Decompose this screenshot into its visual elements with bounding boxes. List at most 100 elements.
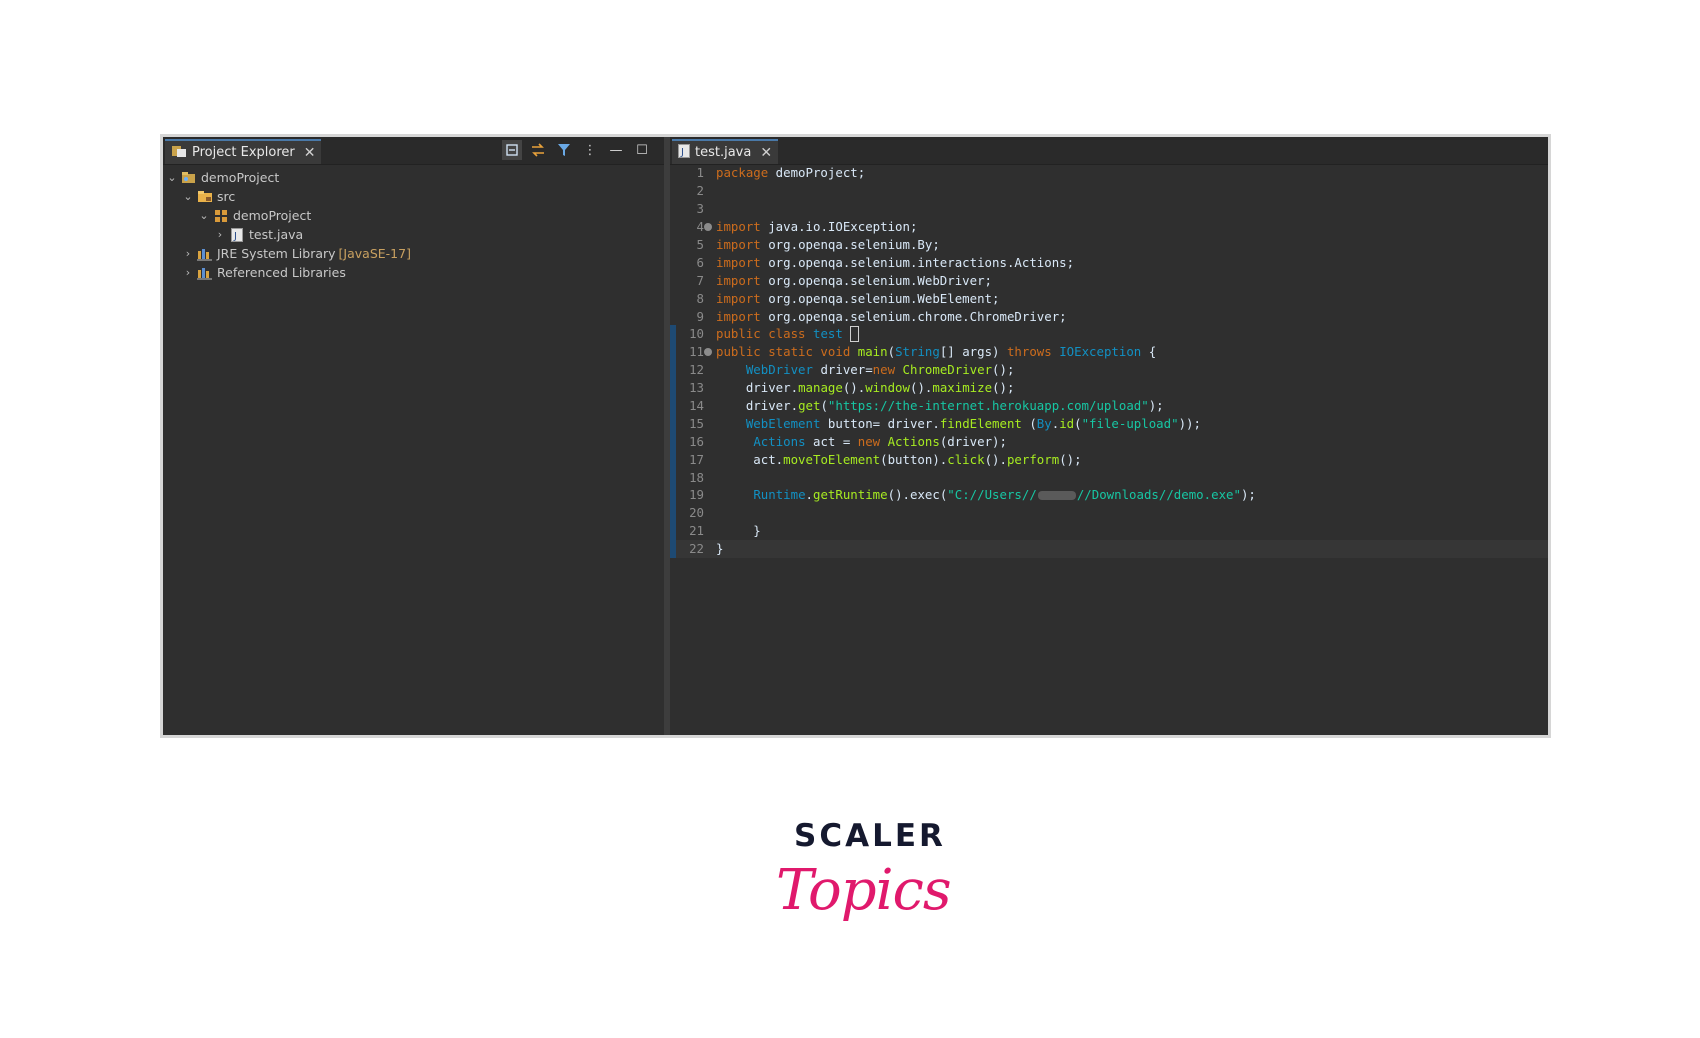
collapse-all-icon[interactable] <box>502 140 522 160</box>
project-icon <box>181 171 197 185</box>
code-token: moveToElement <box>783 451 881 467</box>
code-token: public class <box>716 325 806 341</box>
code-line[interactable]: 21 } <box>670 521 1548 540</box>
chevron-down-icon[interactable]: ⌄ <box>181 190 195 203</box>
tab-label: Project Explorer <box>192 145 295 160</box>
line-number: 9 <box>696 308 704 324</box>
code-token: "https://the-internet.herokuapp.com/uplo… <box>827 398 1149 414</box>
code-token: manage <box>798 380 843 396</box>
close-icon[interactable]: ✕ <box>304 145 316 161</box>
code-line[interactable]: 3 <box>670 200 1548 218</box>
line-number: 10 <box>689 326 704 342</box>
code-token: act. <box>716 451 784 467</box>
line-number: 20 <box>689 505 704 521</box>
code-line[interactable]: 10 public class test <box>670 325 1548 343</box>
minimize-icon[interactable]: — <box>606 140 626 160</box>
line-source: import java.io.IOException; <box>706 219 917 234</box>
chevron-down-icon[interactable]: ⌄ <box>197 209 211 222</box>
code-token: [] args) <box>939 344 1007 360</box>
code-line[interactable]: 12 WebDriver driver=new ChromeDriver(); <box>670 360 1548 379</box>
code-token: } <box>716 541 724 557</box>
chevron-right-icon[interactable]: › <box>213 228 227 241</box>
code-line[interactable]: 14 driver.get("https://the-internet.hero… <box>670 396 1548 415</box>
line-number: 3 <box>696 201 704 217</box>
code-line[interactable]: 11 public static void main(String[] args)… <box>670 342 1548 361</box>
chevron-down-icon[interactable]: ⌄ <box>165 171 179 184</box>
tree-item-referenced-libraries[interactable]: › Referenced Libraries <box>163 263 664 282</box>
code-line[interactable]: 5 import org.openqa.selenium.By; <box>670 236 1548 254</box>
line-number: 16 <box>689 433 704 449</box>
code-line[interactable]: 13 driver.manage().window().maximize(); <box>670 378 1548 397</box>
code-line[interactable]: 2 <box>670 182 1548 200</box>
code-token: (driver); <box>939 433 1007 449</box>
line-number: 6 <box>696 254 704 270</box>
code-area[interactable]: 1 package demoProject; 2 3 4 import java.io.I… <box>670 164 1548 558</box>
code-line[interactable]: 7 import org.openqa.selenium.WebDriver; <box>670 271 1548 289</box>
code-token: driver. <box>716 380 799 396</box>
code-line[interactable]: 9 import org.openqa.selenium.chrome.Chrom… <box>670 307 1548 325</box>
code-line[interactable]: 4 import java.io.IOException; <box>670 218 1548 236</box>
redacted-text <box>1037 491 1076 501</box>
code-token: ( <box>820 398 828 414</box>
code-token: Runtime <box>753 487 806 503</box>
tab-project-explorer[interactable]: Project Explorer ✕ <box>165 139 322 164</box>
line-number: 2 <box>696 183 704 199</box>
code-token: org.openqa.selenium.chrome.ChromeDriver; <box>760 308 1067 324</box>
tab-test-java[interactable]: J test.java ✕ <box>672 139 779 164</box>
tree-item-test-java[interactable]: › J test.java <box>163 225 664 244</box>
line-source: } <box>706 523 760 538</box>
project-explorer-icon <box>171 144 187 162</box>
maximize-icon[interactable]: ☐ <box>632 140 652 160</box>
code-token: IOException <box>1051 344 1142 360</box>
tree-item-src[interactable]: ⌄ src <box>163 187 664 206</box>
code-token: main <box>850 344 888 360</box>
code-token: import <box>716 290 761 306</box>
code-line[interactable]: 22} <box>670 539 1548 558</box>
code-token: ); <box>1240 487 1256 503</box>
logo-wordmark-top: SCALER <box>794 818 946 854</box>
code-token: ); <box>1148 398 1164 414</box>
project-explorer-panel: Project Explorer ✕ ⋮ — ☐ ⌄ demoProject ⌄… <box>163 137 664 735</box>
line-number: 19 <box>689 487 704 503</box>
line-source: import org.openqa.selenium.WebElement; <box>706 291 999 306</box>
code-line[interactable]: 18 <box>670 468 1548 487</box>
tab-label: test.java <box>695 145 752 160</box>
line-number: 12 <box>689 362 704 378</box>
code-line[interactable]: 16 Actions act = new Actions(driver); <box>670 432 1548 451</box>
code-line[interactable]: 8 import org.openqa.selenium.WebElement; <box>670 289 1548 307</box>
code-line[interactable]: 20 <box>670 503 1548 522</box>
java-file-icon: J <box>229 227 245 242</box>
close-icon[interactable]: ✕ <box>760 145 772 161</box>
tree-item-demoproject[interactable]: ⌄ demoProject <box>163 168 664 187</box>
code-token: By <box>1036 415 1052 431</box>
line-number: 22 <box>689 541 704 557</box>
code-token: (). <box>842 380 866 396</box>
code-line[interactable]: 17 act.moveToElement(button).click().per… <box>670 450 1548 469</box>
folder-icon <box>197 190 213 204</box>
code-line[interactable]: 1 package demoProject; <box>670 164 1548 182</box>
line-number: 13 <box>689 380 704 396</box>
line-number: 18 <box>689 469 704 485</box>
chevron-right-icon[interactable]: › <box>181 247 195 260</box>
line-source: import org.openqa.selenium.WebDriver; <box>706 273 992 288</box>
code-token: throws <box>1006 344 1052 360</box>
line-number: 11 <box>676 344 712 359</box>
code-token: import <box>716 254 761 270</box>
code-token: (); <box>992 362 1015 378</box>
filter-icon[interactable] <box>554 140 574 160</box>
code-line[interactable]: 15 WebElement button= driver.findElement… <box>670 414 1548 433</box>
link-with-editor-icon[interactable] <box>528 140 548 160</box>
line-source: } <box>706 541 723 556</box>
code-token: driver. <box>716 398 799 414</box>
code-line[interactable]: 6 import org.openqa.selenium.interactions… <box>670 253 1548 271</box>
tree-item-package[interactable]: ⌄ demoProject <box>163 206 664 225</box>
tree-item-jre-library[interactable]: › JRE System Library [JavaSE-17] <box>163 244 664 263</box>
chevron-right-icon[interactable]: › <box>181 266 195 279</box>
code-token: act = <box>805 433 858 449</box>
code-line[interactable]: 19 Runtime.getRuntime().exec("C://Users/… <box>670 486 1548 504</box>
line-source: WebElement button= driver.findElement (B… <box>706 416 1201 431</box>
code-token: WebElement <box>745 415 821 431</box>
view-menu-icon[interactable]: ⋮ <box>580 140 600 160</box>
